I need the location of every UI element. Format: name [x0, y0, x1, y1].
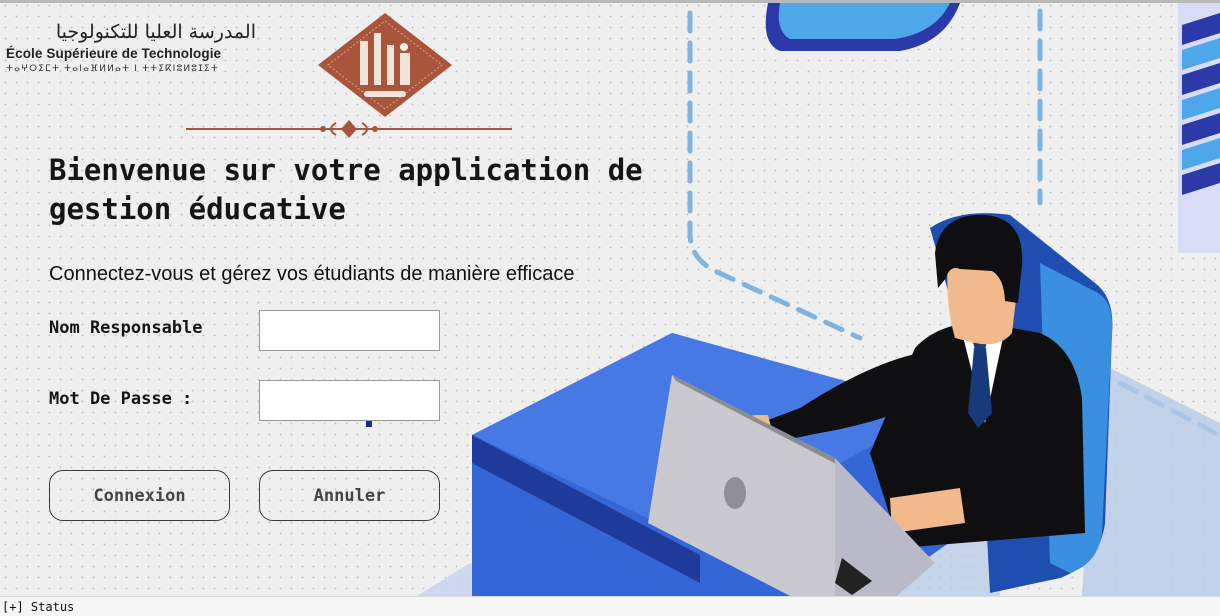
status-label: Status — [30, 600, 75, 614]
password-label: Mot De Passe : — [49, 389, 193, 409]
login-button[interactable]: Connexion — [49, 470, 230, 521]
school-name-arabic: المدرسة العليا للتكنولوجيا — [55, 21, 256, 43]
school-name-french: École Supérieure de Technologie — [6, 46, 222, 61]
status-expand-toggle[interactable]: [+] — [2, 600, 24, 614]
school-name-tifinagh: ⵜⴰⵖⵔⵉⵎⵜ ⵜⴰⵏⴰⴼⵍⵍⴰⵜ ⵏ ⵜⵜⵉⴽⵏⵓⵍⵓⵊⵉⵜ — [6, 64, 219, 74]
username-label: Nom Responsable — [49, 318, 203, 338]
school-header: المدرسة العليا للتكنولوجيا École Supérie… — [6, 21, 286, 74]
status-bar: [+] Status — [0, 596, 1220, 616]
office-worker-illustration — [384, 3, 1220, 616]
